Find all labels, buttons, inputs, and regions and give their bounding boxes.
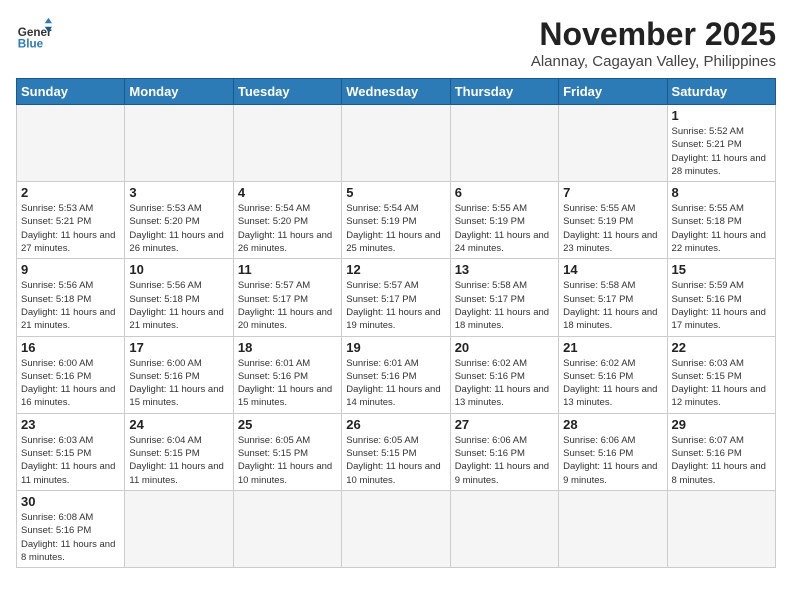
day-15: 15 Sunrise: 5:59 AMSunset: 5:16 PMDaylig… <box>667 259 775 336</box>
day-3: 3 Sunrise: 5:53 AMSunset: 5:20 PMDayligh… <box>125 182 233 259</box>
day-29: 29 Sunrise: 6:07 AMSunset: 5:16 PMDaylig… <box>667 413 775 490</box>
day-24: 24 Sunrise: 6:04 AMSunset: 5:15 PMDaylig… <box>125 413 233 490</box>
day-9: 9 Sunrise: 5:56 AMSunset: 5:18 PMDayligh… <box>17 259 125 336</box>
calendar-row-3: 9 Sunrise: 5:56 AMSunset: 5:18 PMDayligh… <box>17 259 776 336</box>
day-17: 17 Sunrise: 6:00 AMSunset: 5:16 PMDaylig… <box>125 336 233 413</box>
empty-cell <box>342 490 450 567</box>
location: Alannay, Cagayan Valley, Philippines <box>531 53 776 70</box>
day-28: 28 Sunrise: 6:06 AMSunset: 5:16 PMDaylig… <box>559 413 667 490</box>
title-block: November 2025 Alannay, Cagayan Valley, P… <box>531 16 776 70</box>
day-26: 26 Sunrise: 6:05 AMSunset: 5:15 PMDaylig… <box>342 413 450 490</box>
calendar-row-2: 2 Sunrise: 5:53 AMSunset: 5:21 PMDayligh… <box>17 182 776 259</box>
day-18: 18 Sunrise: 6:01 AMSunset: 5:16 PMDaylig… <box>233 336 341 413</box>
day-22: 22 Sunrise: 6:03 AMSunset: 5:15 PMDaylig… <box>667 336 775 413</box>
empty-cell <box>342 105 450 182</box>
logo: General Blue <box>16 16 52 52</box>
day-5: 5 Sunrise: 5:54 AMSunset: 5:19 PMDayligh… <box>342 182 450 259</box>
page-header: General Blue November 2025 Alannay, Caga… <box>16 16 776 70</box>
day-12: 12 Sunrise: 5:57 AMSunset: 5:17 PMDaylig… <box>342 259 450 336</box>
header-monday: Monday <box>125 79 233 105</box>
day-1: 1 Sunrise: 5:52 AMSunset: 5:21 PMDayligh… <box>667 105 775 182</box>
empty-cell <box>450 105 558 182</box>
calendar-row-6: 30 Sunrise: 6:08 AMSunset: 5:16 PMDaylig… <box>17 490 776 567</box>
empty-cell <box>559 105 667 182</box>
header-thursday: Thursday <box>450 79 558 105</box>
header-friday: Friday <box>559 79 667 105</box>
day-21: 21 Sunrise: 6:02 AMSunset: 5:16 PMDaylig… <box>559 336 667 413</box>
svg-text:Blue: Blue <box>18 38 44 51</box>
day-2: 2 Sunrise: 5:53 AMSunset: 5:21 PMDayligh… <box>17 182 125 259</box>
day-7: 7 Sunrise: 5:55 AMSunset: 5:19 PMDayligh… <box>559 182 667 259</box>
empty-cell <box>17 105 125 182</box>
empty-cell <box>667 490 775 567</box>
calendar-row-5: 23 Sunrise: 6:03 AMSunset: 5:15 PMDaylig… <box>17 413 776 490</box>
header-wednesday: Wednesday <box>342 79 450 105</box>
day-11: 11 Sunrise: 5:57 AMSunset: 5:17 PMDaylig… <box>233 259 341 336</box>
weekday-header-row: Sunday Monday Tuesday Wednesday Thursday… <box>17 79 776 105</box>
empty-cell <box>233 490 341 567</box>
day-14: 14 Sunrise: 5:58 AMSunset: 5:17 PMDaylig… <box>559 259 667 336</box>
day-19: 19 Sunrise: 6:01 AMSunset: 5:16 PMDaylig… <box>342 336 450 413</box>
day-13: 13 Sunrise: 5:58 AMSunset: 5:17 PMDaylig… <box>450 259 558 336</box>
day-27: 27 Sunrise: 6:06 AMSunset: 5:16 PMDaylig… <box>450 413 558 490</box>
calendar-row-1: 1 Sunrise: 5:52 AMSunset: 5:21 PMDayligh… <box>17 105 776 182</box>
day-16: 16 Sunrise: 6:00 AMSunset: 5:16 PMDaylig… <box>17 336 125 413</box>
empty-cell <box>233 105 341 182</box>
day-4: 4 Sunrise: 5:54 AMSunset: 5:20 PMDayligh… <box>233 182 341 259</box>
calendar-table: Sunday Monday Tuesday Wednesday Thursday… <box>16 78 776 568</box>
empty-cell <box>559 490 667 567</box>
calendar-row-4: 16 Sunrise: 6:00 AMSunset: 5:16 PMDaylig… <box>17 336 776 413</box>
day-10: 10 Sunrise: 5:56 AMSunset: 5:18 PMDaylig… <box>125 259 233 336</box>
day-23: 23 Sunrise: 6:03 AMSunset: 5:15 PMDaylig… <box>17 413 125 490</box>
header-saturday: Saturday <box>667 79 775 105</box>
day-25: 25 Sunrise: 6:05 AMSunset: 5:15 PMDaylig… <box>233 413 341 490</box>
day-8: 8 Sunrise: 5:55 AMSunset: 5:18 PMDayligh… <box>667 182 775 259</box>
day-30: 30 Sunrise: 6:08 AMSunset: 5:16 PMDaylig… <box>17 490 125 567</box>
logo-icon: General Blue <box>16 16 52 52</box>
header-tuesday: Tuesday <box>233 79 341 105</box>
month-title: November 2025 <box>531 16 776 53</box>
empty-cell <box>450 490 558 567</box>
day-20: 20 Sunrise: 6:02 AMSunset: 5:16 PMDaylig… <box>450 336 558 413</box>
empty-cell <box>125 105 233 182</box>
header-sunday: Sunday <box>17 79 125 105</box>
day-6: 6 Sunrise: 5:55 AMSunset: 5:19 PMDayligh… <box>450 182 558 259</box>
empty-cell <box>125 490 233 567</box>
